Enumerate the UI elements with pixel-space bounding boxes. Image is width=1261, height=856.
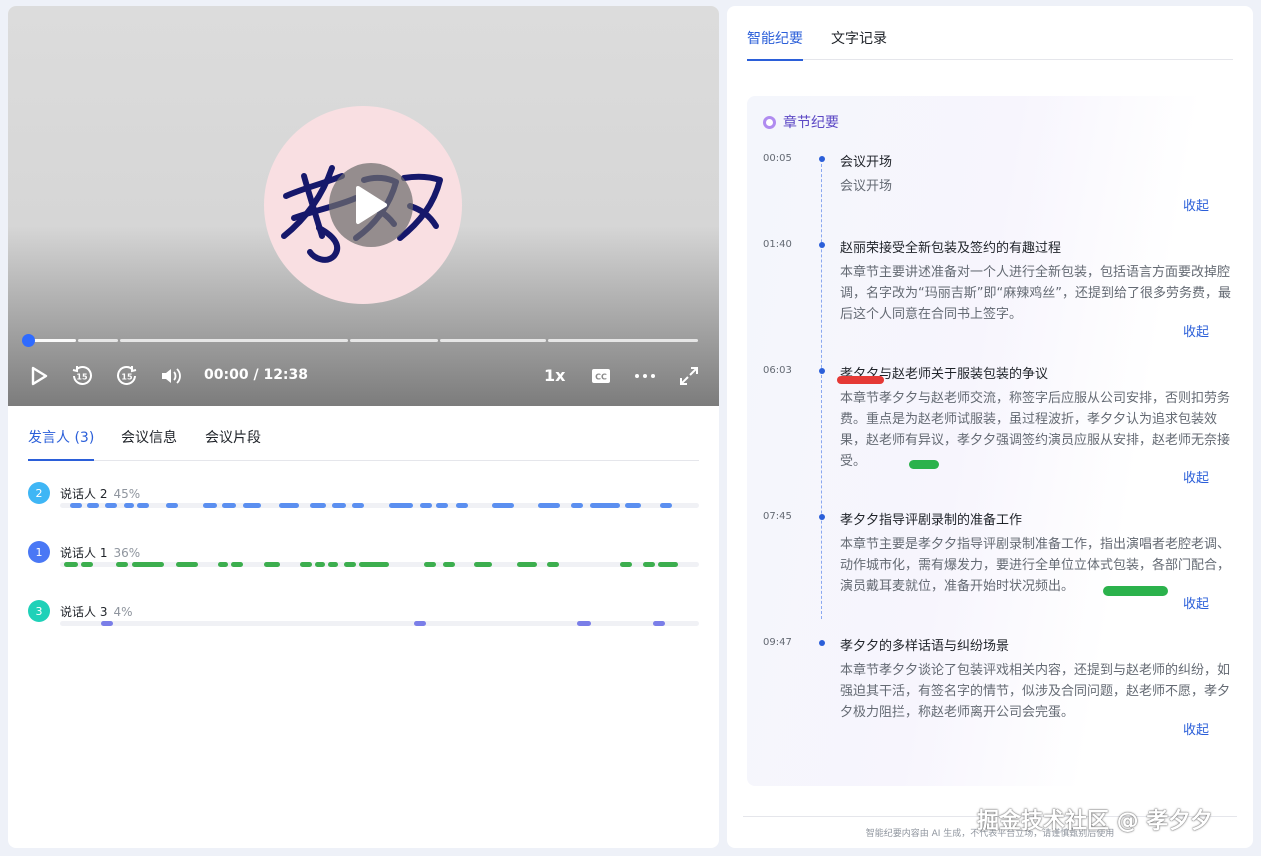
chapter-timestamp[interactable]: 01:40: [763, 239, 807, 250]
collapse-link[interactable]: 收起: [1183, 321, 1209, 340]
timeline-dot: [819, 242, 825, 248]
speaker-timeline[interactable]: [60, 562, 699, 567]
chapter-summary-card: 章节纪要 00:05 会议开场 会议开场 收起 01:40 赵丽荣接受全新包装及…: [747, 96, 1233, 786]
captions-icon: CC: [592, 369, 610, 383]
collapse-link[interactable]: 收起: [1183, 593, 1209, 612]
summary-tabs: 智能纪要 文字记录: [747, 26, 1233, 61]
speaker-tabs: 发言人 (3) 会议信息 会议片段: [28, 427, 699, 461]
speaker-name-text: 说话人 1: [60, 546, 108, 560]
collapse-link[interactable]: 收起: [1183, 719, 1209, 738]
captions-button[interactable]: CC: [590, 364, 612, 388]
speaker-name-text: 说话人 2: [60, 487, 108, 501]
volume-icon: [162, 368, 181, 384]
chapter-description: 本章节孝夕夕谈论了包装评戏相关内容，还提到与赵老师的纠纷，如强迫其干活，有签名字…: [840, 663, 1231, 720]
watermark: 掘金技术社区 @ 孝夕夕: [977, 809, 1213, 834]
green-highlight-mark: [1103, 586, 1168, 596]
speaker-row[interactable]: 1 说话人 1 36%: [28, 541, 699, 581]
timeline-dot: [819, 156, 825, 162]
green-highlight-mark: [909, 460, 939, 469]
speaker-name: 说话人 3 4%: [60, 603, 133, 620]
svg-text:CC: CC: [595, 373, 607, 382]
left-panel: 15 15 00:00 / 12:38 1x CC 发言人 (3) 会议信息 会…: [8, 6, 719, 848]
progress-handle[interactable]: [22, 334, 35, 347]
fullscreen-icon: [680, 367, 698, 385]
video-player[interactable]: 15 15 00:00 / 12:38 1x CC: [8, 6, 719, 406]
svg-text:15: 15: [76, 373, 88, 382]
play-overlay-button[interactable]: [329, 163, 413, 247]
chapter-timestamp[interactable]: 09:47: [763, 637, 807, 648]
chapter-description: 会议开场: [840, 179, 893, 194]
volume-button[interactable]: [159, 364, 183, 388]
player-controls: 15 15 00:00 / 12:38 1x CC: [8, 358, 719, 394]
svg-text:15: 15: [121, 373, 133, 382]
current-time: 00:00: [204, 367, 249, 383]
summary-heading: 章节纪要: [763, 112, 839, 132]
rewind-15-icon: 15: [72, 366, 92, 385]
tab-transcript[interactable]: 文字记录: [831, 28, 887, 58]
chapter-description: 本章节主要是孝夕夕指导评剧录制准备工作，指出演唱者老腔老调、动作城市化，需有爆发…: [840, 537, 1231, 594]
timeline-line: [821, 159, 822, 619]
speaker-name: 说话人 1 36%: [60, 544, 140, 561]
chapter-title[interactable]: 赵丽荣接受全新包装及签约的有趣过程: [840, 237, 1061, 256]
chapter-title[interactable]: 孝夕夕指导评剧录制的准备工作: [840, 509, 1022, 528]
chapter-title[interactable]: 会议开场: [840, 151, 892, 170]
collapse-link[interactable]: 收起: [1183, 195, 1209, 214]
tab-meeting-info[interactable]: 会议信息: [121, 427, 177, 459]
time-display: 00:00 / 12:38: [204, 367, 308, 383]
summary-heading-text: 章节纪要: [783, 115, 839, 131]
timeline-dot: [819, 368, 825, 374]
play-icon: [356, 186, 387, 224]
speaker-name-text: 说话人 3: [60, 605, 108, 619]
forward-15-icon: 15: [117, 366, 137, 385]
tab-smart-summary[interactable]: 智能纪要: [747, 28, 803, 61]
speaker-row[interactable]: 3 说话人 3 4%: [28, 600, 699, 640]
chapter-description: 本章节主要讲述准备对一个人进行全新包装，包括语言方面要改掉腔调，名字改为“玛丽吉…: [840, 265, 1231, 322]
right-panel: 智能纪要 文字记录 章节纪要 00:05 会议开场 会议开场 收起 01:40 …: [727, 6, 1253, 848]
speaker-row[interactable]: 2 说话人 2 45%: [28, 482, 699, 522]
speaker-badge: 1: [28, 541, 50, 563]
speaker-name: 说话人 2 45%: [60, 485, 140, 502]
speaker-percent: 36%: [113, 546, 141, 560]
play-icon: [31, 366, 48, 386]
speaker-percent: 45%: [113, 487, 141, 501]
forward-15-button[interactable]: 15: [115, 364, 139, 388]
tab-speakers[interactable]: 发言人 (3): [28, 427, 95, 461]
fullscreen-button[interactable]: [678, 364, 700, 388]
chapter-description: 本章节孝夕夕与赵老师交流，称签字后应服从公司安排，否则扣劳务费。重点是为赵老师试…: [840, 391, 1231, 469]
speaker-timeline[interactable]: [60, 503, 699, 508]
timeline-dot: [819, 514, 825, 520]
ai-ring-icon: [763, 115, 776, 129]
progress-bar[interactable]: [22, 334, 698, 347]
chapter-title[interactable]: 孝夕夕的多样话语与纠纷场景: [840, 635, 1009, 654]
duration: 12:38: [263, 367, 309, 383]
speaker-badge: 2: [28, 482, 50, 504]
red-highlight-mark: [837, 376, 884, 384]
chapter-timestamp[interactable]: 07:45: [763, 511, 807, 522]
rewind-15-button[interactable]: 15: [70, 364, 94, 388]
timeline-dot: [819, 640, 825, 646]
more-button[interactable]: [634, 364, 656, 388]
chapter-timestamp[interactable]: 00:05: [763, 153, 807, 164]
collapse-link[interactable]: 收起: [1183, 467, 1209, 486]
speaker-badge: 3: [28, 600, 50, 622]
tab-meeting-clips[interactable]: 会议片段: [205, 427, 261, 459]
chapter-timestamp[interactable]: 06:03: [763, 365, 807, 376]
play-button[interactable]: [28, 364, 50, 388]
speaker-timeline[interactable]: [60, 621, 699, 626]
speaker-percent: 4%: [113, 605, 133, 619]
more-icon: [635, 374, 655, 378]
playback-speed-button[interactable]: 1x: [544, 366, 565, 385]
time-separator: /: [248, 367, 264, 383]
